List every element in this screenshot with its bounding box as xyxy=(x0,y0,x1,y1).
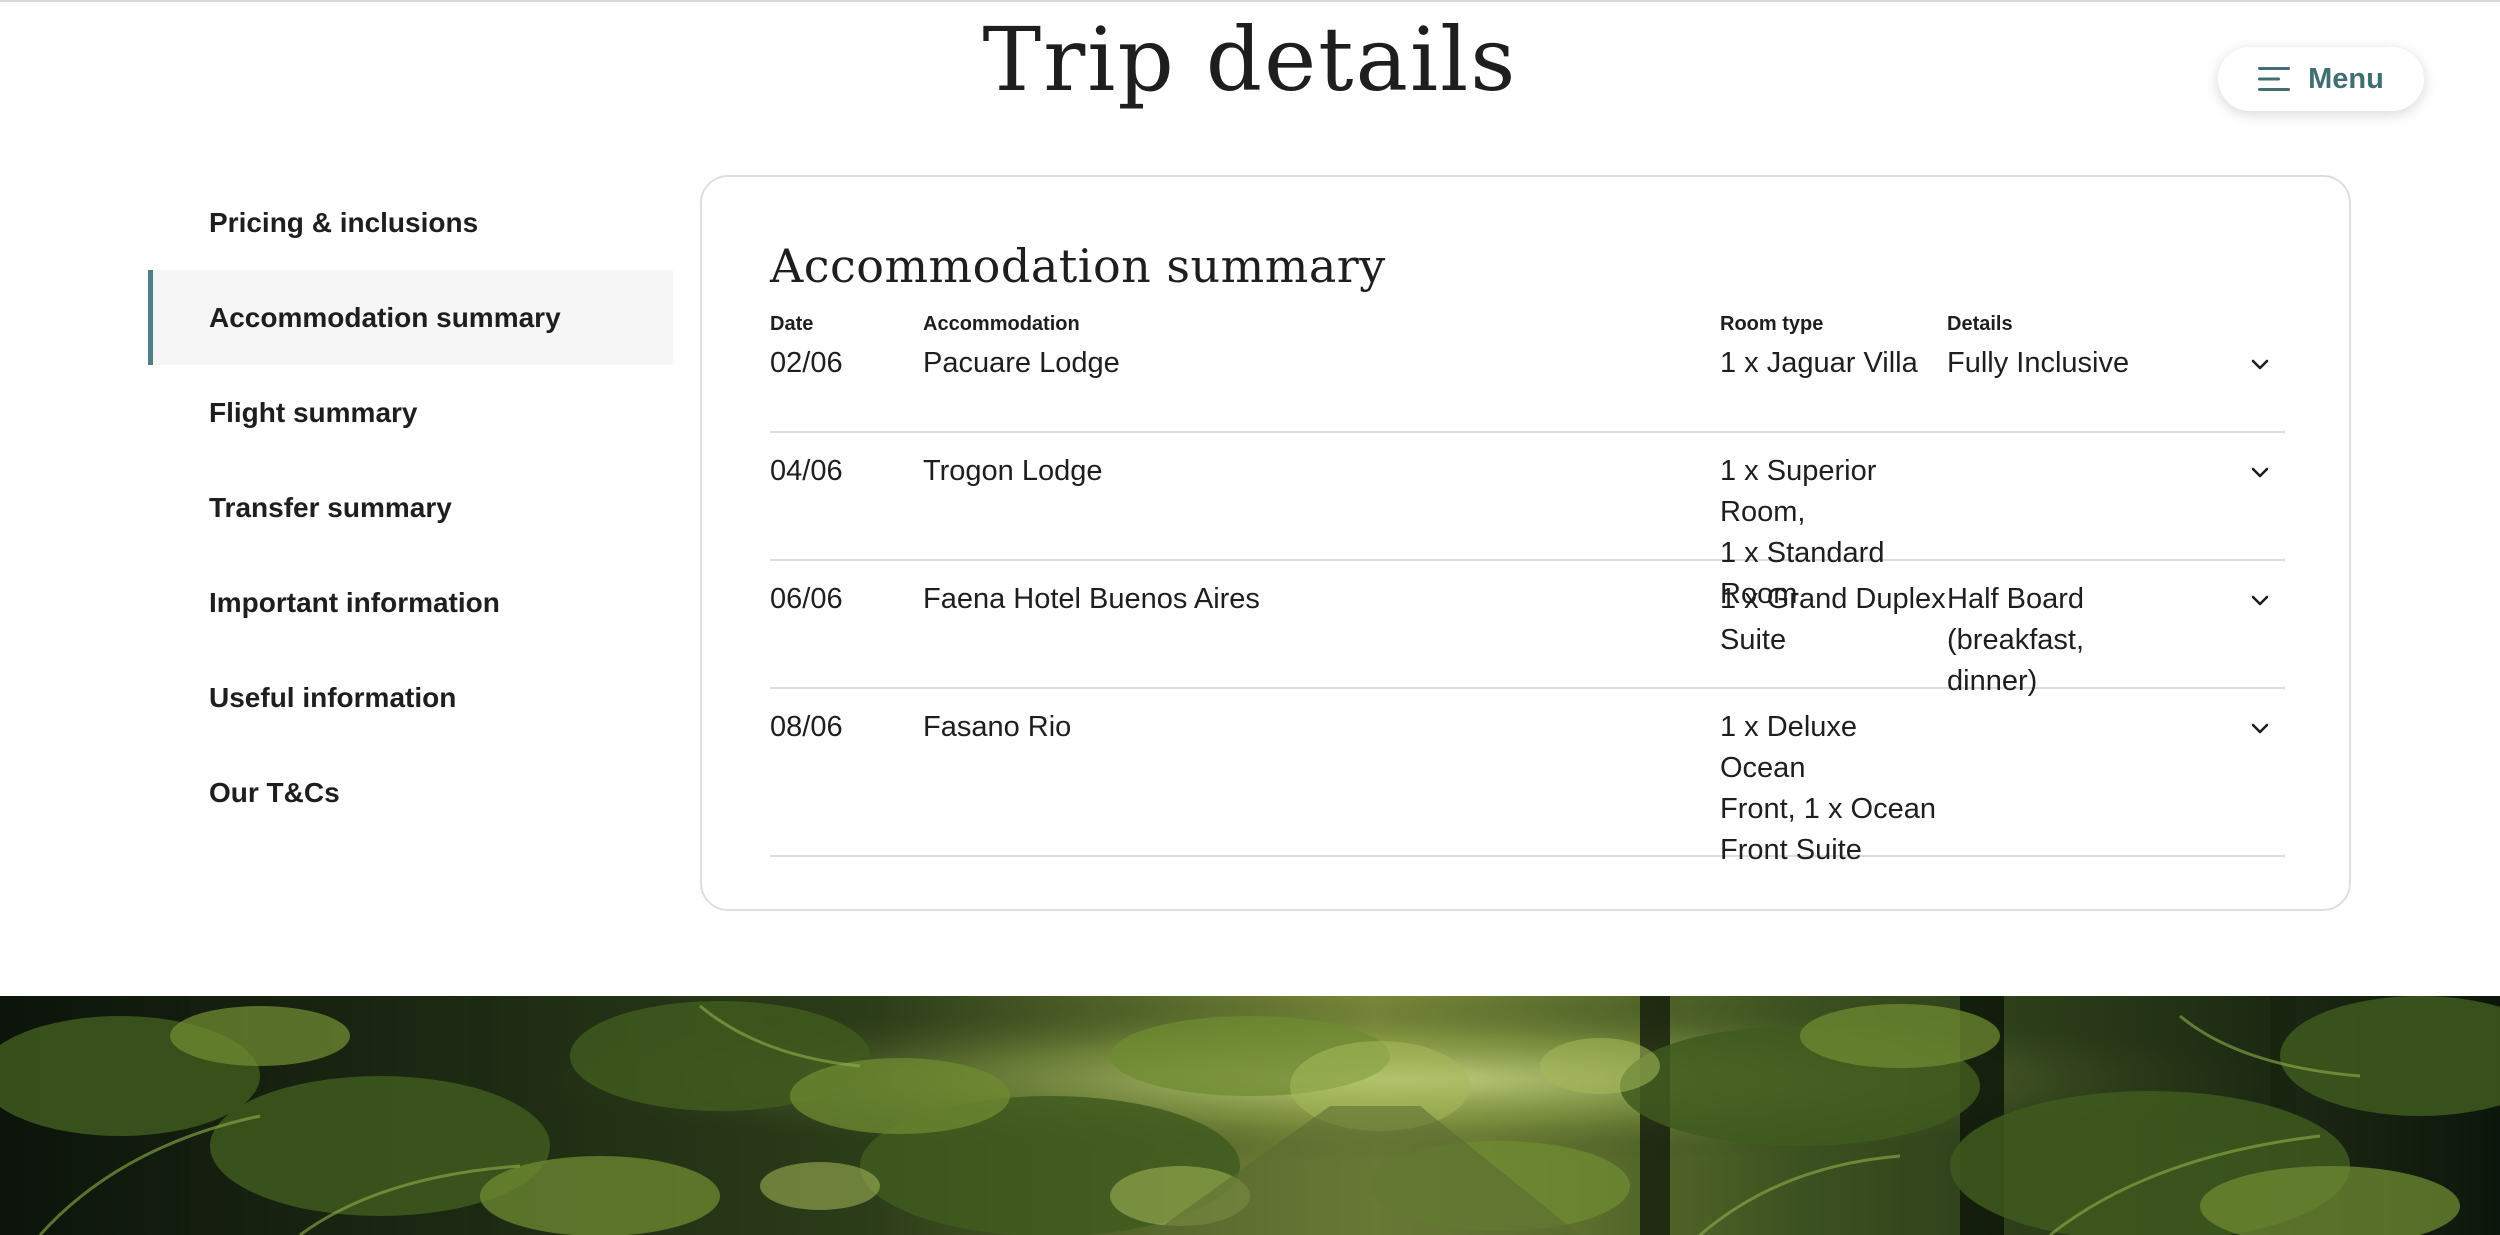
column-header-details: Details xyxy=(1947,313,2013,335)
rainforest-photo xyxy=(0,996,2500,1235)
menu-label: Menu xyxy=(2308,62,2384,95)
chevron-down-icon[interactable] xyxy=(2246,586,2274,614)
row-room-type: 1 x Deluxe Ocean Front, 1 x Ocean Front … xyxy=(1720,707,1948,871)
sidebar-item-useful-information[interactable]: Useful information xyxy=(148,650,673,745)
column-header-date: Date xyxy=(770,313,814,335)
row-accommodation: Fasano Rio xyxy=(923,711,1072,743)
details-line: Fully Inclusive xyxy=(1947,347,2130,379)
row-date: 06/06 xyxy=(770,583,843,615)
section-sidebar: Pricing & inclusions Accommodation summa… xyxy=(148,175,673,840)
room-type-line: 1 x Grand Duplex xyxy=(1720,583,1946,615)
top-divider xyxy=(0,0,2500,2)
sidebar-item-terms-and-conditions[interactable]: Our T&Cs xyxy=(148,745,673,840)
sidebar-item-label: Useful information xyxy=(209,681,457,713)
sidebar-item-flight-summary[interactable]: Flight summary xyxy=(148,365,673,460)
sidebar-item-label: Important information xyxy=(209,586,500,618)
section-title: Accommodation summary xyxy=(770,239,1386,293)
trip-details-page: Trip details Menu Pricing & inclusions A… xyxy=(0,0,2500,1235)
sidebar-item-accommodation-summary[interactable]: Accommodation summary xyxy=(148,270,673,365)
row-room-type: 1 x Jaguar Villa xyxy=(1720,343,1948,384)
sidebar-item-pricing-inclusions[interactable]: Pricing & inclusions xyxy=(148,175,673,270)
table-row[interactable]: 04/06 Trogon Lodge 1 x Superior Room, 1 … xyxy=(770,433,2285,610)
room-type-line: Suite xyxy=(1720,624,1787,656)
accommodation-table: Date Accommodation Room type Details 02/… xyxy=(770,305,2285,866)
row-date: 02/06 xyxy=(770,347,843,379)
row-date: 04/06 xyxy=(770,455,843,487)
row-date: 08/06 xyxy=(770,711,843,743)
row-accommodation: Pacuare Lodge xyxy=(923,347,1120,379)
sidebar-item-transfer-summary[interactable]: Transfer summary xyxy=(148,460,673,555)
row-accommodation: Faena Hotel Buenos Aires xyxy=(923,583,1260,615)
accommodation-summary-card: Accommodation summary Date Accommodation… xyxy=(700,175,2351,911)
row-accommodation: Trogon Lodge xyxy=(923,455,1103,487)
room-type-line: 1 x Jaguar Villa xyxy=(1720,347,1918,379)
room-type-line: 1 x Deluxe Ocean xyxy=(1720,711,1858,784)
page-title: Trip details xyxy=(982,8,1518,111)
row-details: Half Board (breakfast, dinner) xyxy=(1947,579,2227,702)
room-type-line: 1 x Superior Room, xyxy=(1720,455,1877,528)
column-header-room-type: Room type xyxy=(1720,313,1824,335)
chevron-down-icon[interactable] xyxy=(2246,714,2274,742)
table-header: Date Accommodation Room type Details xyxy=(770,305,2285,343)
sidebar-item-label: Transfer summary xyxy=(209,491,452,523)
menu-button[interactable]: Menu xyxy=(2218,47,2424,111)
column-header-accommodation: Accommodation xyxy=(923,313,1080,335)
table-row[interactable]: 08/06 Fasano Rio 1 x Deluxe Ocean Front,… xyxy=(770,689,2285,866)
sidebar-item-label: Our T&Cs xyxy=(209,776,340,808)
table-row[interactable]: 02/06 Pacuare Lodge 1 x Jaguar Villa Ful… xyxy=(770,343,2285,433)
table-row[interactable]: 06/06 Faena Hotel Buenos Aires 1 x Grand… xyxy=(770,561,2285,697)
sidebar-item-important-information[interactable]: Important information xyxy=(148,555,673,650)
room-type-line: Front, 1 x Ocean xyxy=(1720,793,1936,825)
row-details: Fully Inclusive xyxy=(1947,343,2227,384)
hamburger-menu-icon xyxy=(2258,67,2291,91)
sidebar-item-label: Pricing & inclusions xyxy=(209,206,479,238)
sidebar-item-label: Accommodation summary xyxy=(209,301,561,333)
room-type-line: Front Suite xyxy=(1720,834,1862,866)
chevron-down-icon[interactable] xyxy=(2246,458,2274,486)
details-line: Half Board (breakfast, xyxy=(1947,583,2085,656)
chevron-down-icon[interactable] xyxy=(2246,350,2274,378)
sidebar-item-label: Flight summary xyxy=(209,396,418,428)
row-room-type: 1 x Grand Duplex Suite xyxy=(1720,579,1948,661)
